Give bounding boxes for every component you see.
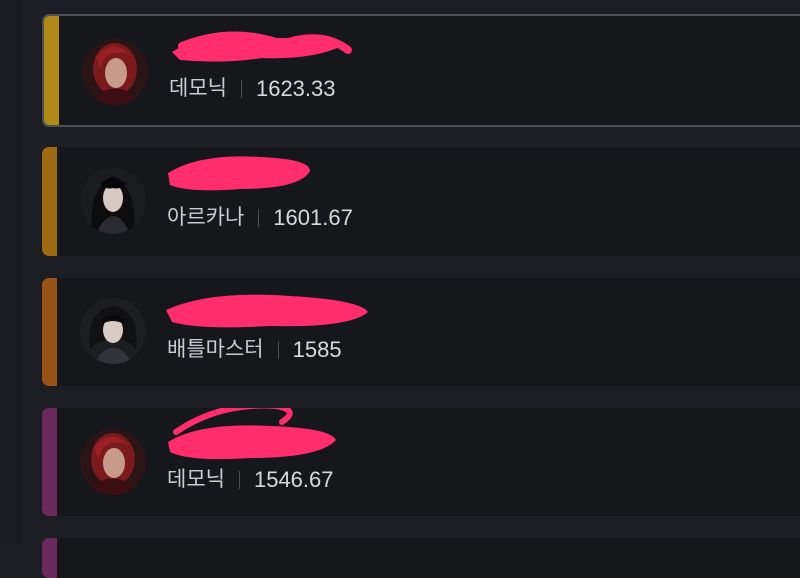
class-color-stripe xyxy=(42,408,57,516)
ranking-card-2[interactable]: 아르카나 1601.67 xyxy=(42,147,800,256)
separator xyxy=(240,80,242,98)
class-score-line: 아르카나 1601.67 xyxy=(167,205,353,231)
ranking-card-3[interactable]: 배틀마스터 1585 xyxy=(42,278,800,386)
redacted-name-scribble xyxy=(166,294,368,328)
class-color-stripe xyxy=(42,147,57,256)
card-gap xyxy=(22,127,800,147)
class-score-line: 데모닉 1546.67 xyxy=(167,467,334,493)
class-name: 아르카나 xyxy=(167,206,245,229)
card-gap xyxy=(22,256,800,278)
separator xyxy=(238,471,240,489)
red-hair-character-icon xyxy=(82,39,148,105)
ranking-card-1[interactable]: 데모닉 1623.33 xyxy=(42,14,800,127)
dark-hair-character-icon xyxy=(80,298,146,364)
score-value: 1623.33 xyxy=(255,76,336,101)
class-color-stripe xyxy=(44,16,59,125)
ranking-card-5[interactable] xyxy=(42,538,800,578)
ranking-list: 데모닉 1623.33 아르카나 1601.67 배틀마스터 1585 데모닉 … xyxy=(0,0,800,578)
ranking-card-4[interactable]: 데모닉 1546.67 xyxy=(42,408,800,516)
class-name: 데모닉 xyxy=(167,468,225,491)
separator xyxy=(258,209,260,227)
class-name: 배틀마스터 xyxy=(167,338,264,361)
card-gap xyxy=(22,386,800,408)
class-score-line: 배틀마스터 1585 xyxy=(167,337,342,363)
redacted-name-scribble xyxy=(168,408,336,460)
separator xyxy=(277,341,279,359)
class-color-stripe xyxy=(42,278,57,386)
redacted-name-scribble xyxy=(172,31,352,62)
card-gap xyxy=(22,516,800,538)
black-hair-character-icon xyxy=(80,168,146,234)
class-score-line: 데모닉 1623.33 xyxy=(169,76,336,102)
score-value: 1585 xyxy=(292,337,342,362)
score-value: 1601.67 xyxy=(273,205,353,230)
class-name: 데모닉 xyxy=(169,77,227,100)
score-value: 1546.67 xyxy=(253,467,334,492)
redacted-name-scribble xyxy=(168,156,310,191)
red-hair-character-icon xyxy=(80,429,146,495)
class-color-stripe xyxy=(42,538,57,578)
